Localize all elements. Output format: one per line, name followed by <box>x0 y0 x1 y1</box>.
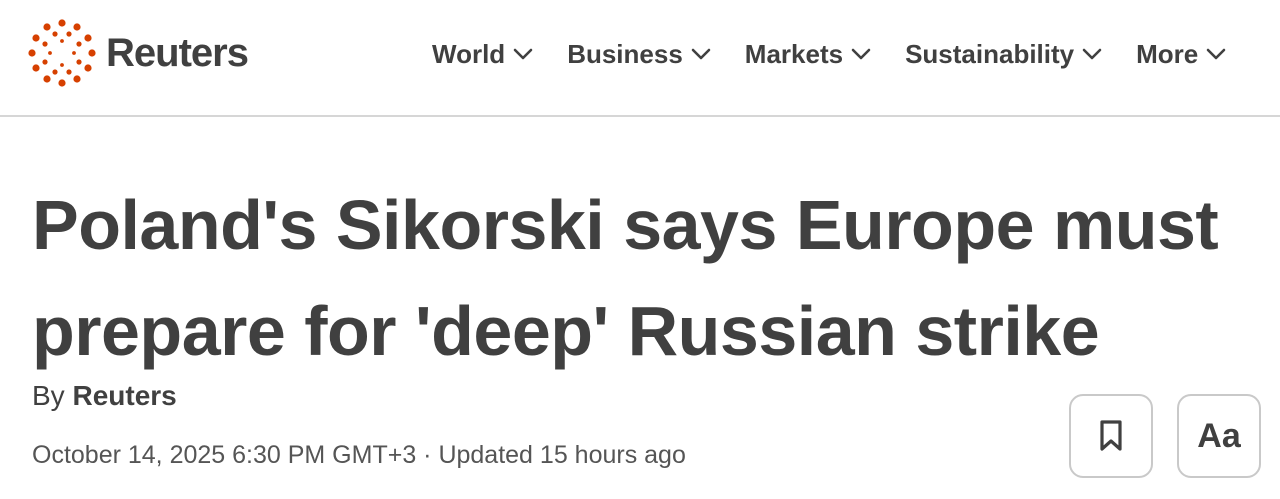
text-size-button[interactable]: Aa <box>1177 394 1261 478</box>
logo-wordmark: Reuters <box>106 30 249 75</box>
author-link[interactable]: Reuters <box>72 380 176 411</box>
chevron-down-icon <box>851 48 871 60</box>
site-header: Reuters World Business Markets Sustainab… <box>0 0 1280 117</box>
chevron-down-icon <box>1206 48 1226 60</box>
reuters-logo-icon <box>28 19 96 87</box>
chevron-down-icon <box>513 48 533 60</box>
byline: By Reuters <box>32 380 177 412</box>
nav-item-label: More <box>1136 38 1199 69</box>
reuters-logo[interactable]: Reuters <box>28 18 249 88</box>
chevron-down-icon <box>1082 48 1102 60</box>
nav-item-sustainability[interactable]: Sustainability <box>905 34 1102 74</box>
nav-item-business[interactable]: Business <box>567 34 711 74</box>
article-headline: Poland's Sikorski says Europe must prepa… <box>32 172 1252 384</box>
headline-line: prepare for 'deep' Russian strike <box>32 292 1100 370</box>
bookmark-button[interactable] <box>1069 394 1153 478</box>
nav-item-label: Markets <box>744 38 844 69</box>
nav-item-label: World <box>432 38 506 69</box>
nav-item-label: Sustainability <box>905 38 1075 69</box>
main-nav: World Business Markets Sustainability Mo… <box>432 34 1260 74</box>
nav-item-more[interactable]: More <box>1136 34 1226 74</box>
bookmark-icon <box>1100 420 1122 451</box>
nav-item-label: Business <box>567 38 683 69</box>
byline-prefix: By <box>32 380 65 411</box>
nav-item-markets[interactable]: Markets <box>745 34 871 74</box>
text-size-label: Aa <box>1197 416 1241 455</box>
article-dateline: October 14, 2025 6:30 PM GMT+3 · Updated… <box>32 441 686 469</box>
nav-item-world[interactable]: World <box>432 34 533 74</box>
chevron-down-icon <box>691 48 711 60</box>
headline-line: Poland's Sikorski says Europe must <box>32 186 1219 264</box>
